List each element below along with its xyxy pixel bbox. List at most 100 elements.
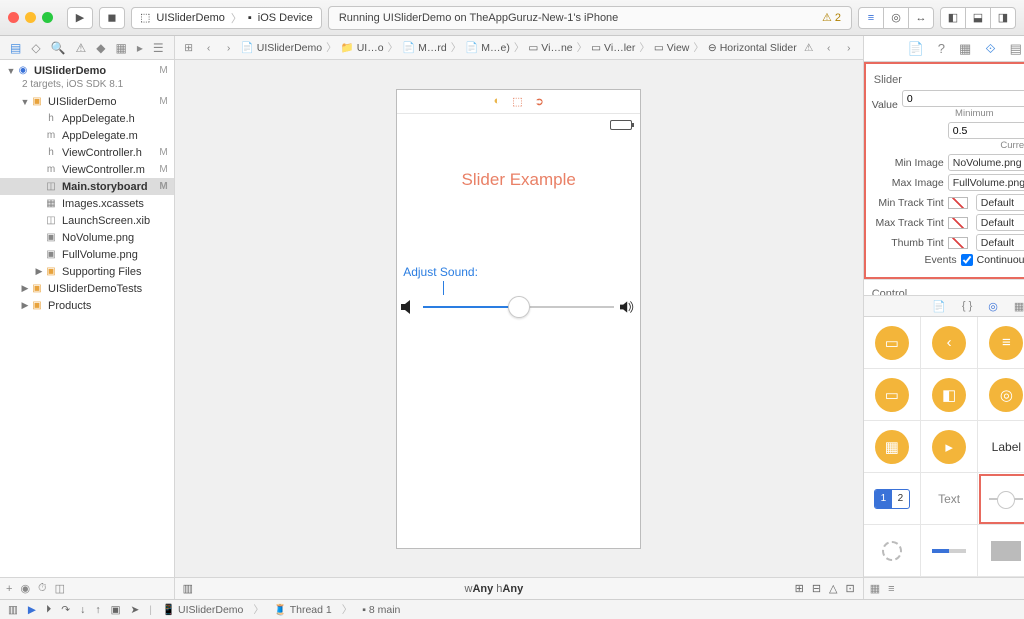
forward-button[interactable]: › [221, 42, 237, 54]
filter-icon[interactable]: ◉ [20, 582, 30, 595]
issue-nav-icon[interactable]: ⚠ [76, 41, 87, 55]
add-icon[interactable]: + [6, 583, 12, 595]
toggle-debug-area[interactable]: ⬓ [965, 7, 991, 29]
debug-nav-icon[interactable]: ▦ [116, 41, 127, 55]
file-inspector-icon[interactable]: 📄 [908, 41, 924, 57]
recent-icon[interactable]: ⏱ [38, 582, 47, 595]
jump-seg[interactable]: ⊖ Horizontal Slider [708, 42, 797, 54]
project-root[interactable]: ▼◉ UISliderDemo M [0, 62, 174, 79]
scheme-selector[interactable]: ⬚ UISliderDemo 〉 ▪ iOS Device [131, 7, 322, 29]
jump-seg[interactable]: ▭ Vi…ne [528, 42, 572, 54]
symbol-nav-icon[interactable]: ◇ [31, 41, 40, 55]
align-icon[interactable]: ⊞ [795, 582, 804, 595]
jump-seg[interactable]: 📄 M…e) [465, 41, 510, 54]
title-label[interactable]: Slider Example [397, 170, 640, 190]
media-library-icon[interactable]: ▦ [1014, 300, 1024, 313]
debug-view-icon[interactable]: ▣ [111, 604, 121, 616]
ib-canvas[interactable]: → ◐ ⬚ ➲ Slider Example Adjust Sound: [175, 60, 863, 577]
standard-editor[interactable]: ≡ [858, 7, 884, 29]
min-track-tint-select[interactable]: Default [976, 194, 1024, 211]
debug-process[interactable]: 📱 UISliderDemo [162, 603, 243, 616]
zoom-window[interactable] [42, 12, 53, 23]
quick-help-icon[interactable]: ? [938, 41, 945, 56]
tree-item[interactable]: ▶▣Supporting Files [0, 263, 174, 280]
outline-toggle-icon[interactable]: ▥ [183, 582, 193, 595]
step-out-icon[interactable]: ↑ [95, 604, 100, 616]
jump-seg[interactable]: 📄 M…rd [402, 41, 447, 54]
report-nav-icon[interactable]: ☰ [153, 41, 164, 55]
issues-prev-icon[interactable]: ⚠ [801, 42, 817, 54]
lib-table-vc[interactable]: ≡ [978, 317, 1024, 369]
tree-item[interactable]: ▣FullVolume.png [0, 246, 174, 263]
tree-item[interactable]: ▦Images.xcassets [0, 195, 174, 212]
resolve-icon[interactable]: △ [829, 582, 837, 595]
scm-icon[interactable]: ◫ [55, 582, 65, 595]
run-button[interactable]: ▶ [67, 7, 93, 29]
related-items-icon[interactable]: ⊞ [181, 42, 197, 54]
color-swatch[interactable] [948, 197, 968, 209]
toggle-debug-icon[interactable]: ▥ [8, 604, 18, 616]
lib-view-controller[interactable]: ▭ [864, 317, 921, 369]
tree-item[interactable]: mAppDelegate.m [0, 127, 174, 144]
debug-thread[interactable]: 🧵 Thread 1 [274, 603, 332, 616]
adjust-sound-label[interactable]: Adjust Sound: [403, 265, 478, 279]
file-template-icon[interactable]: 📄 [932, 300, 946, 313]
exit-icon[interactable]: ➲ [535, 95, 544, 108]
breakpoint-nav-icon[interactable]: ▸ [137, 41, 143, 55]
lib-segmented[interactable]: 12 [864, 473, 921, 525]
close-window[interactable] [8, 12, 19, 23]
lib-textfield[interactable]: Text [921, 473, 978, 525]
tree-item[interactable]: ▶▣Products [0, 297, 174, 314]
location-icon[interactable]: ➤ [130, 604, 139, 616]
lib-pageview[interactable] [978, 525, 1024, 577]
lib-object[interactable]: ▦ [864, 421, 921, 473]
stop-button[interactable]: ◼ [99, 7, 125, 29]
max-track-tint-select[interactable]: Default [976, 214, 1024, 231]
pin-icon[interactable]: ⊟ [812, 582, 821, 595]
back-button[interactable]: ‹ [201, 42, 217, 54]
tree-item[interactable]: hViewController.hM [0, 144, 174, 161]
color-swatch[interactable] [948, 217, 968, 229]
tree-item[interactable]: ▼▣UISliderDemoM [0, 93, 174, 110]
identity-inspector-icon[interactable]: ▦ [959, 41, 971, 57]
lib-label[interactable]: Label [978, 421, 1024, 473]
jump-seg[interactable]: 📁 UI…o [341, 41, 384, 54]
thumb-tint-select[interactable]: Default [976, 234, 1024, 251]
breakpoints-icon[interactable]: ▶ [28, 604, 36, 616]
size-inspector-icon[interactable]: ▤ [1010, 41, 1022, 57]
vc-icon[interactable]: ◐ [494, 95, 501, 107]
assistant-editor[interactable]: ◎ [883, 7, 909, 29]
nav-right-icon[interactable]: › [841, 42, 857, 54]
project-nav-icon[interactable]: ▤ [10, 41, 21, 55]
lib-nav-controller[interactable]: ‹ [921, 317, 978, 369]
version-editor[interactable]: ↔ [908, 7, 934, 29]
slider-control[interactable] [401, 300, 636, 314]
lib-object2[interactable]: ▸ [921, 421, 978, 473]
jump-seg[interactable]: ▭ Vi…ler [591, 42, 635, 54]
grid-view-icon[interactable]: ▦ [870, 582, 880, 595]
attributes-inspector-icon[interactable]: ⟐ [985, 41, 995, 57]
tree-item[interactable]: ▣NoVolume.png [0, 229, 174, 246]
toggle-navigator[interactable]: ◧ [940, 7, 966, 29]
warning-indicator[interactable]: ⚠ 2 [822, 11, 841, 24]
jump-seg[interactable]: 📄 UISliderDemo [241, 41, 322, 54]
code-snippet-icon[interactable]: { } [962, 300, 972, 312]
lib-activity[interactable] [864, 525, 921, 577]
find-nav-icon[interactable]: 🔍 [51, 41, 66, 55]
test-nav-icon[interactable]: ◆ [96, 41, 105, 55]
slider-thumb[interactable] [508, 296, 530, 318]
tree-item[interactable]: ▶▣UISliderDemoTests [0, 280, 174, 297]
lib-page-vc[interactable]: ◎ [978, 369, 1024, 421]
first-responder-icon[interactable]: ⬚ [512, 95, 522, 108]
current-value-field[interactable] [948, 122, 1024, 139]
continue-icon[interactable]: ⏵ [46, 603, 51, 616]
view-controller-scene[interactable]: ◐ ⬚ ➲ Slider Example Adjust Sound: [396, 89, 641, 549]
min-image-select[interactable]: NoVolume.png [948, 154, 1024, 171]
lib-progress[interactable] [921, 525, 978, 577]
slider-track[interactable] [423, 306, 614, 308]
resize-icon[interactable]: ⊡ [846, 582, 855, 595]
tree-item[interactable]: ◫LaunchScreen.xib [0, 212, 174, 229]
tree-item[interactable]: mViewController.mM [0, 161, 174, 178]
lib-tab-bar-vc[interactable]: ▭ [864, 369, 921, 421]
jump-seg[interactable]: ▭ View [654, 42, 690, 54]
